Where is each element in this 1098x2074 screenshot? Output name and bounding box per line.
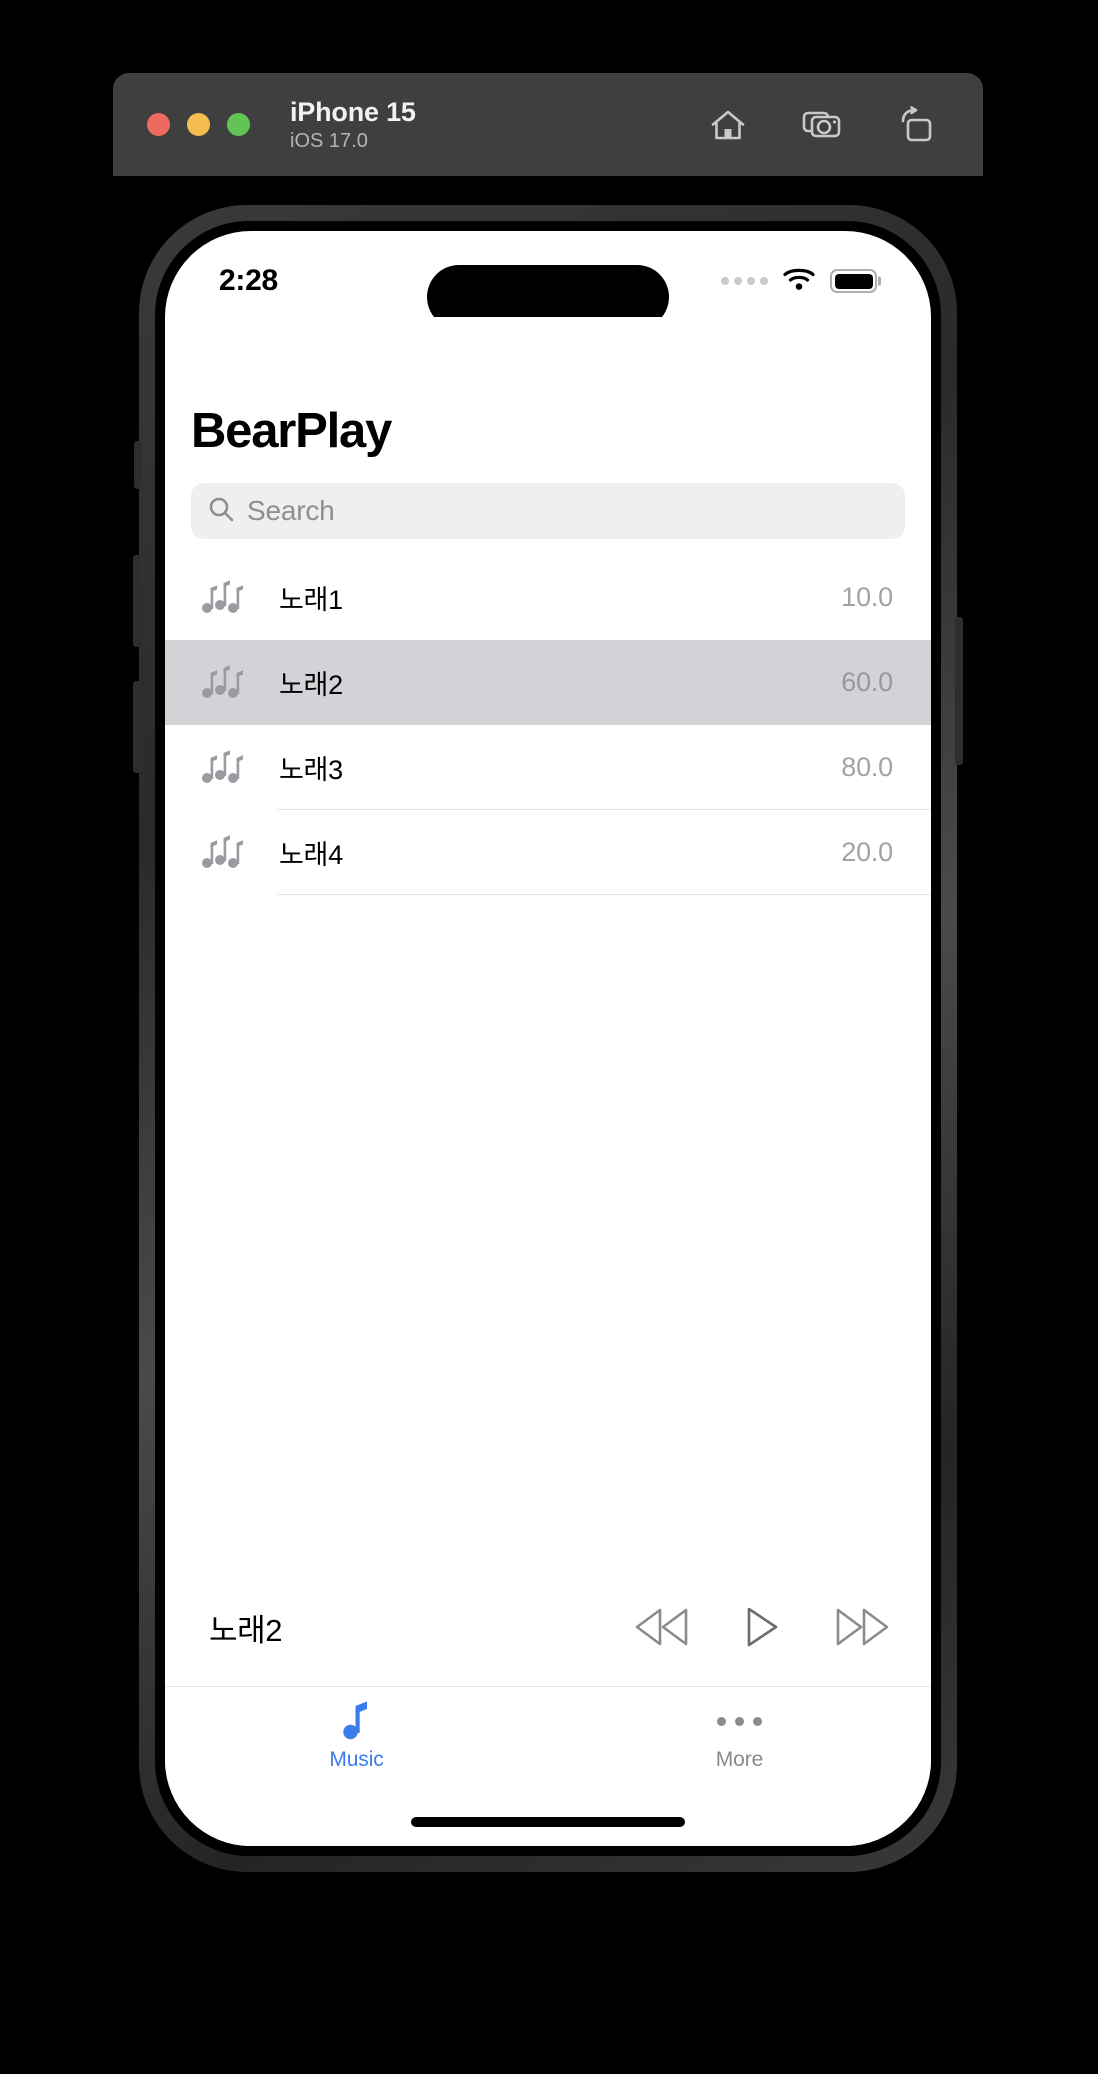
music-notes-icon <box>195 664 253 702</box>
mute-switch-button[interactable] <box>134 441 141 489</box>
volume-up-button[interactable] <box>133 555 141 647</box>
home-indicator-area <box>165 1798 931 1846</box>
list-empty-space <box>165 895 931 1568</box>
search-input[interactable]: Search <box>191 483 905 539</box>
phone-bezel: 2:28 BearPlay Search 노래1 10.0 노래2 60.0 노… <box>155 221 941 1856</box>
tab-more[interactable]: More <box>548 1701 931 1772</box>
play-icon[interactable] <box>745 1606 779 1648</box>
table-row[interactable]: 노래1 10.0 <box>165 555 931 640</box>
playback-controls <box>633 1606 891 1648</box>
row-separator <box>277 893 931 895</box>
tab-bar: Music More <box>165 1686 931 1798</box>
song-name: 노래2 <box>279 670 343 700</box>
tab-music[interactable]: Music <box>165 1701 548 1772</box>
screenshot-icon[interactable] <box>799 102 845 148</box>
music-notes-icon <box>195 749 253 787</box>
now-playing-bar: 노래2 <box>165 1568 931 1686</box>
screenshot-root: iPhone 15 iOS 17.0 2:28 BearPlay Search … <box>0 0 1098 2074</box>
table-row[interactable]: 노래2 60.0 <box>165 640 931 725</box>
music-notes-icon <box>195 834 253 872</box>
home-indicator[interactable] <box>411 1817 685 1827</box>
simulator-title-block: iPhone 15 iOS 17.0 <box>290 97 416 153</box>
music-note-icon <box>342 1701 372 1741</box>
ellipsis-icon <box>717 1701 762 1741</box>
song-name: 노래4 <box>279 840 343 870</box>
table-row[interactable]: 노래3 80.0 <box>165 725 931 810</box>
music-notes-icon <box>195 579 253 617</box>
bearplay-app: BearPlay Search 노래1 10.0 노래2 60.0 노래3 80… <box>165 317 931 1846</box>
tab-label: More <box>715 1748 764 1771</box>
simulator-toolbar: iPhone 15 iOS 17.0 <box>113 73 983 176</box>
zoom-window-button[interactable] <box>227 113 250 136</box>
song-value: 10.0 <box>841 582 893 612</box>
simulator-actions <box>705 102 939 148</box>
rewind-icon[interactable] <box>633 1606 691 1648</box>
song-value: 60.0 <box>841 667 893 697</box>
phone-screen: 2:28 BearPlay Search 노래1 10.0 노래2 60.0 노… <box>165 231 931 1846</box>
iphone-frame: 2:28 BearPlay Search 노래1 10.0 노래2 60.0 노… <box>133 205 963 1872</box>
page-title: BearPlay <box>191 404 392 458</box>
window-traffic-lights <box>147 113 250 136</box>
os-version: iOS 17.0 <box>290 129 368 152</box>
song-value: 80.0 <box>841 752 893 782</box>
now-playing-title: 노래2 <box>209 1612 283 1648</box>
rotate-icon[interactable] <box>893 102 939 148</box>
minimize-window-button[interactable] <box>187 113 210 136</box>
wifi-icon <box>782 266 816 296</box>
search-icon <box>207 495 235 528</box>
close-window-button[interactable] <box>147 113 170 136</box>
home-icon[interactable] <box>705 102 751 148</box>
search-section: Search <box>165 459 931 539</box>
search-placeholder: Search <box>247 495 335 526</box>
status-bar: 2:28 <box>165 231 931 329</box>
power-button[interactable] <box>955 617 963 765</box>
song-name: 노래3 <box>279 755 343 785</box>
tab-label: Music <box>329 1748 384 1771</box>
song-name: 노래1 <box>279 585 343 615</box>
fast-forward-icon[interactable] <box>833 1606 891 1648</box>
battery-icon <box>830 269 877 293</box>
cellular-dots-icon <box>721 277 768 285</box>
status-bar-indicators <box>721 266 877 296</box>
song-value: 20.0 <box>841 837 893 867</box>
song-list: 노래1 10.0 노래2 60.0 노래3 80.0 노래4 20.0 <box>165 555 931 895</box>
table-row[interactable]: 노래4 20.0 <box>165 810 931 895</box>
device-name: iPhone 15 <box>290 96 416 127</box>
volume-down-button[interactable] <box>133 681 141 773</box>
status-bar-time: 2:28 <box>219 264 278 297</box>
